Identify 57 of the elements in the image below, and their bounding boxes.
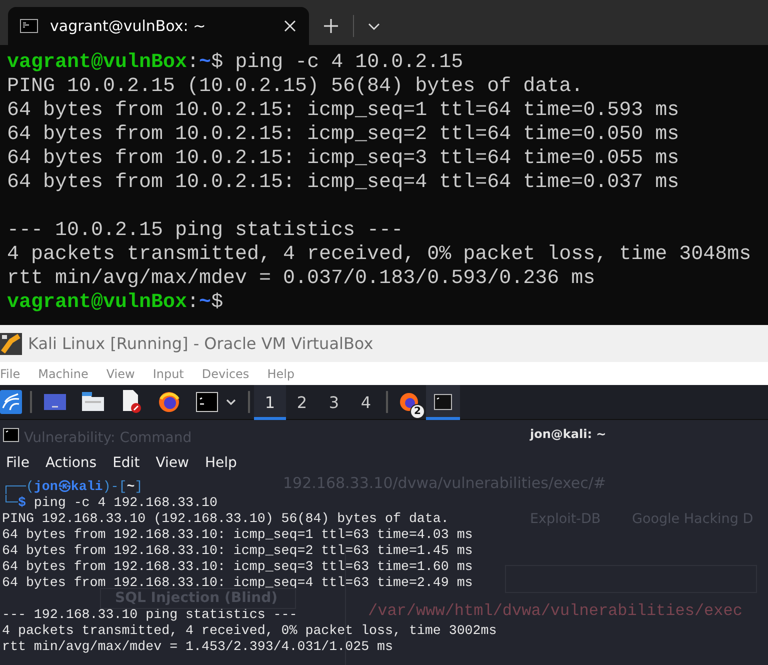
kali-menu-icon[interactable] — [0, 390, 22, 414]
terminal-line: rtt min/avg/max/mdev = 0.037/0.183/0.593/0.236 ms — [7, 267, 596, 290]
window-title: Kali Linux [Running] - Oracle VM VirtualBox — [28, 334, 374, 353]
terminal-line: 64 bytes from 192.168.33.10: icmp_seq=4 ttl=63 time=2.49 ms — [2, 575, 473, 590]
menu-item[interactable]: View — [106, 366, 135, 380]
desktop-icon[interactable] — [44, 392, 66, 412]
menu-item[interactable]: Input — [152, 366, 184, 380]
terminal-line: 64 bytes from 10.0.2.15: icmp_seq=4 ttl=64 time=0.037 ms — [7, 171, 680, 194]
count-badge: 2 — [410, 404, 425, 418]
terminal-line: 64 bytes from 192.168.33.10: icmp_seq=3 ttl=63 time=1.60 ms — [2, 559, 473, 574]
close-icon[interactable] — [283, 19, 297, 33]
window-title: jon@kali: ~ — [530, 427, 606, 441]
workspace-tab[interactable]: 3 — [318, 384, 350, 420]
menu-item[interactable]: Help — [204, 454, 237, 470]
workspace-tab[interactable]: 4 — [350, 384, 382, 420]
menu-item[interactable]: Edit — [112, 454, 140, 470]
browser-icon — [399, 392, 419, 412]
terminal-line: 4 packets transmitted, 4 received, 0% packet loss, time 3002ms — [2, 623, 497, 638]
terminal-line: --- 192.168.33.10 ping statistics --- — [2, 607, 298, 622]
menu-item[interactable]: Machine — [38, 366, 88, 380]
folder-icon[interactable] — [82, 392, 104, 412]
menu-item[interactable]: Help — [267, 366, 295, 380]
workspace-tab[interactable]: 2 — [286, 384, 318, 420]
terminal-line: 64 bytes from 192.168.33.10: icmp_seq=1 ttl=63 time=4.03 ms — [2, 527, 473, 542]
terminal-line: 64 bytes from 10.0.2.15: icmp_seq=3 ttl=64 time=0.055 ms — [7, 147, 680, 170]
terminal-line: 4 packets transmitted, 4 received, 0% packet loss, time 3048ms — [7, 243, 752, 266]
taskbar-button[interactable]: 2 — [392, 384, 426, 420]
chevron-down-icon[interactable] — [226, 399, 236, 405]
terminal-line: 64 bytes from 10.0.2.15: icmp_seq=1 ttl=64 time=0.593 ms — [7, 99, 680, 122]
chevron-down-icon[interactable] — [368, 22, 380, 30]
terminal-icon — [20, 19, 38, 33]
menu-item[interactable]: Devices — [202, 366, 250, 380]
output-text: /var/www/html/dvwa/vulnerabilities/exec — [368, 602, 742, 620]
browser-icon[interactable] — [158, 391, 180, 413]
terminal-line: 64 bytes from 192.168.33.10: icmp_seq=2 ttl=63 time=1.45 ms — [2, 543, 473, 558]
terminal-icon[interactable] — [196, 392, 218, 412]
menu-item[interactable]: View — [156, 454, 189, 470]
menu-item[interactable]: File — [6, 454, 30, 470]
terminal-icon — [3, 428, 19, 442]
terminal-tab[interactable]: vagrant@vulnBox: ~ — [8, 7, 309, 45]
terminal-icon — [434, 394, 452, 410]
terminal-line: PING 10.0.2.15 (10.0.2.15) 56(84) bytes of data. — [7, 75, 584, 98]
terminal-line: vagrant@vulnBox:~$ ping -c 4 10.0.2.15 — [7, 51, 464, 74]
terminal-line: 64 bytes from 10.0.2.15: icmp_seq=2 ttl=64 time=0.050 ms — [7, 123, 680, 146]
terminal-line: --- 10.0.2.15 ping statistics --- — [7, 219, 404, 242]
virtualbox-icon — [0, 332, 22, 354]
terminal-line: PING 192.168.33.10 (192.168.33.10) 56(84) bytes of data. — [2, 511, 449, 526]
terminal-line: └─$ ping -c 4 192.168.33.10 — [2, 495, 218, 510]
workspace-tab[interactable]: 1 — [254, 384, 286, 420]
document-icon[interactable] — [120, 390, 142, 414]
taskbar-button[interactable] — [426, 384, 460, 420]
menu-item[interactable]: Actions — [45, 454, 97, 470]
terminal-line: rtt min/avg/max/mdev = 1.453/2.393/4.031/1.025 ms — [2, 639, 393, 654]
terminal-line: vagrant@vulnBox:~$ — [7, 291, 224, 314]
menu-item[interactable]: File — [0, 366, 20, 380]
terminal-line: ┌──(jon㉿kali)-[~] — [2, 479, 143, 494]
plus-icon[interactable] — [323, 18, 339, 34]
